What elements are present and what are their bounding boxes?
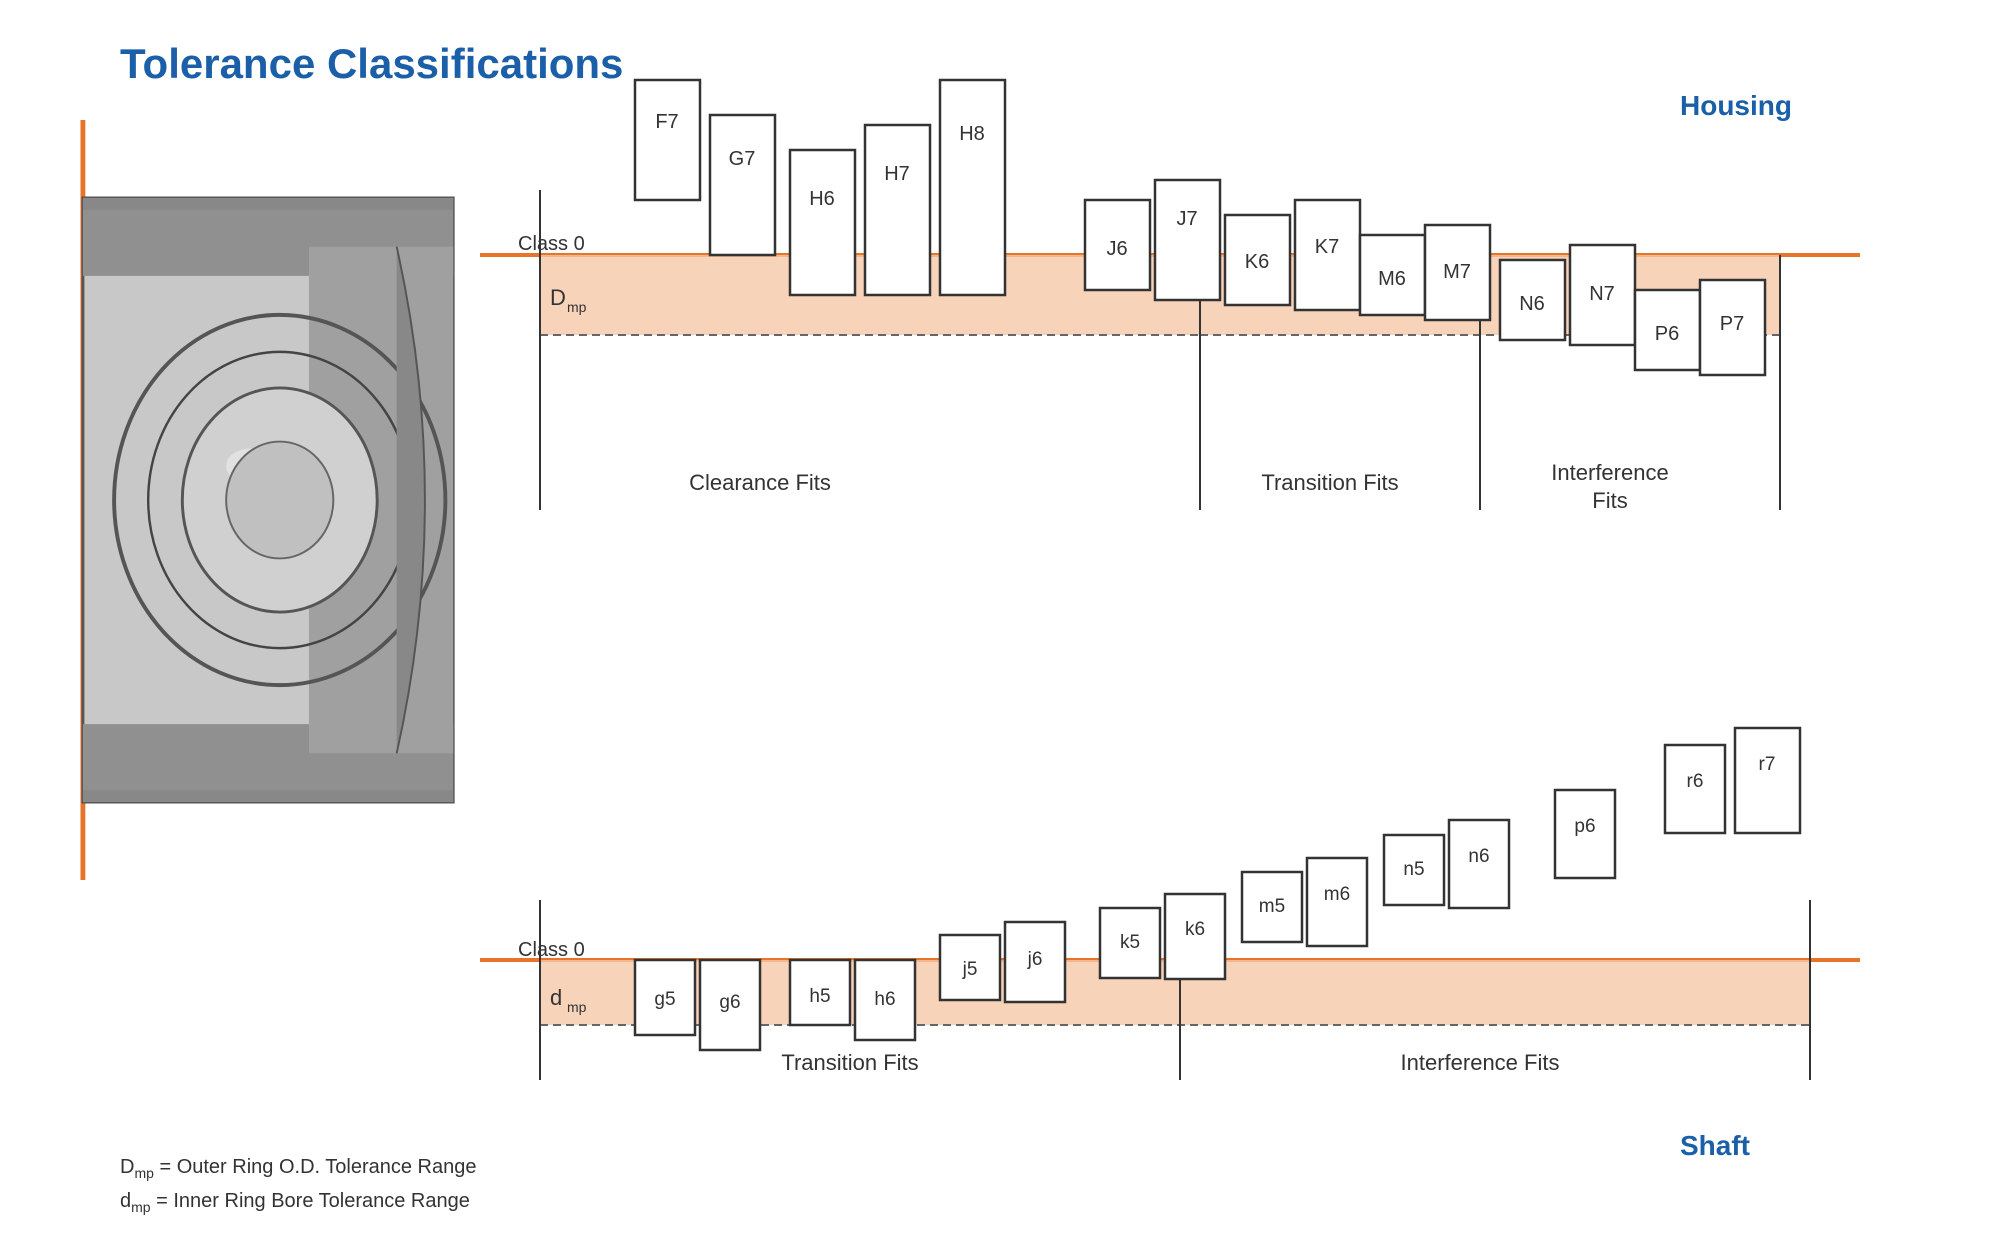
svg-text:r7: r7 (1759, 754, 1776, 775)
svg-text:Shaft: Shaft (1680, 1130, 1750, 1161)
svg-text:H8: H8 (959, 123, 985, 145)
svg-text:H7: H7 (884, 163, 910, 185)
svg-text:r6: r6 (1687, 771, 1704, 792)
svg-text:F7: F7 (655, 111, 678, 133)
legend-line1: Dmp = Outer Ring O.D. Tolerance Range (120, 1151, 476, 1184)
svg-text:p6: p6 (1574, 816, 1595, 837)
svg-text:Class 0: Class 0 (518, 939, 585, 961)
svg-text:mp: mp (567, 299, 587, 315)
shaft-diagram: Class 0 d mp Transition Fits Interferenc… (480, 650, 1860, 1180)
svg-text:J7: J7 (1176, 208, 1197, 230)
svg-text:M6: M6 (1378, 268, 1406, 290)
svg-text:d: d (550, 985, 562, 1010)
svg-text:J6: J6 (1106, 238, 1127, 260)
svg-text:K6: K6 (1245, 251, 1269, 273)
svg-text:Interference Fits: Interference Fits (1401, 1050, 1560, 1075)
svg-text:Transition Fits: Transition Fits (1261, 470, 1398, 495)
legend-line2: dmp = Inner Ring Bore Tolerance Range (120, 1185, 476, 1218)
svg-text:j5: j5 (962, 959, 978, 980)
svg-text:m5: m5 (1259, 896, 1285, 917)
svg-text:Transition Fits: Transition Fits (781, 1050, 918, 1075)
svg-text:k5: k5 (1120, 932, 1140, 953)
svg-text:j6: j6 (1027, 949, 1043, 970)
svg-text:mp: mp (567, 999, 587, 1015)
svg-text:M7: M7 (1443, 261, 1471, 283)
legend: Dmp = Outer Ring O.D. Tolerance Range dm… (120, 1151, 476, 1218)
svg-text:D: D (550, 285, 566, 310)
svg-text:m6: m6 (1324, 884, 1350, 905)
svg-text:g5: g5 (654, 989, 675, 1010)
svg-text:n6: n6 (1468, 846, 1489, 867)
svg-text:Interference: Interference (1551, 460, 1668, 485)
svg-text:Clearance Fits: Clearance Fits (689, 470, 831, 495)
svg-text:Fits: Fits (1592, 488, 1627, 513)
svg-text:P6: P6 (1655, 323, 1679, 345)
bearing-illustration (60, 120, 480, 880)
svg-text:N7: N7 (1589, 283, 1615, 305)
svg-text:g6: g6 (719, 992, 740, 1013)
svg-text:n5: n5 (1403, 859, 1424, 880)
svg-text:Housing: Housing (1680, 90, 1792, 121)
svg-text:h6: h6 (874, 989, 895, 1010)
svg-text:H6: H6 (809, 188, 835, 210)
svg-text:P7: P7 (1720, 313, 1744, 335)
svg-text:K7: K7 (1315, 236, 1339, 258)
svg-text:G7: G7 (729, 148, 756, 170)
svg-text:k6: k6 (1185, 919, 1205, 940)
svg-text:Class 0: Class 0 (518, 233, 585, 255)
svg-text:N6: N6 (1519, 293, 1545, 315)
housing-diagram: Class 0 D mp Clearance Fits Transition F… (480, 60, 1860, 620)
page-container: Tolerance Classifications (0, 0, 2000, 1248)
svg-text:h5: h5 (809, 986, 830, 1007)
